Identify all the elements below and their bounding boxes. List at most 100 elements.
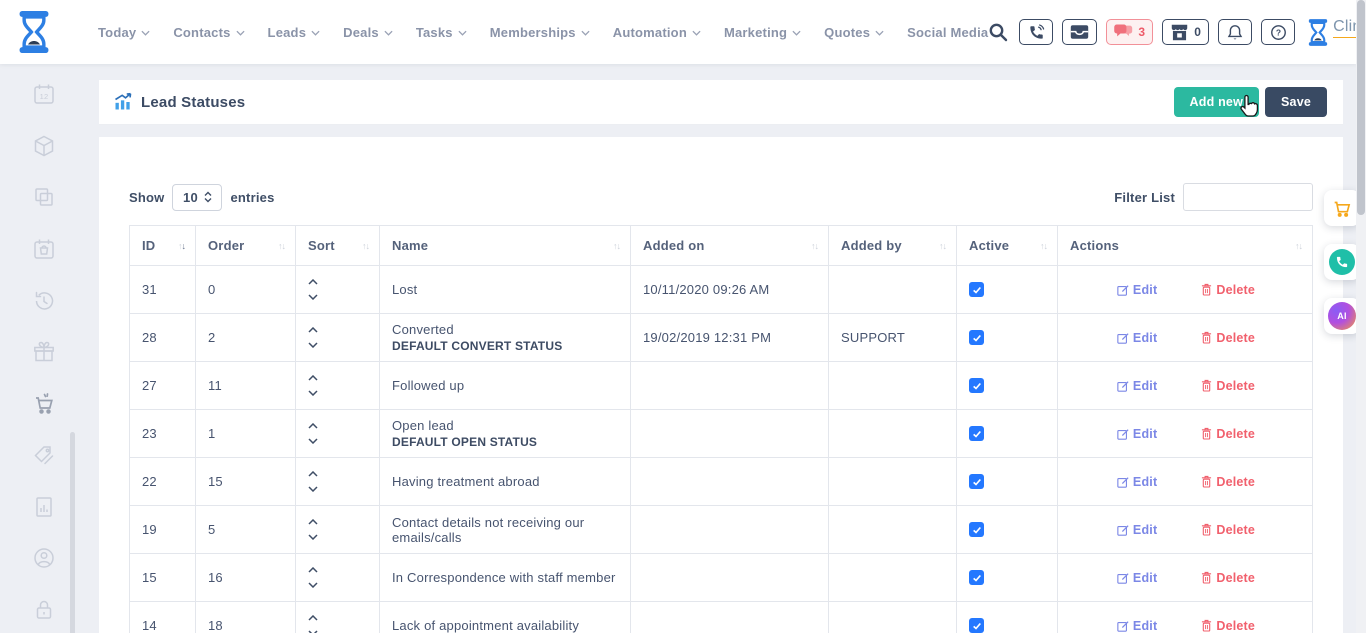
move-down-icon[interactable]: [308, 438, 318, 444]
sidebar-item-shop[interactable]: [31, 391, 57, 417]
edit-link[interactable]: Edit: [1117, 427, 1157, 441]
edit-icon: [1117, 428, 1129, 440]
edit-link[interactable]: Edit: [1117, 571, 1157, 585]
sidebar-item-history[interactable]: [31, 287, 57, 313]
help-icon: ?: [1270, 24, 1287, 41]
delete-link[interactable]: Delete: [1201, 619, 1255, 633]
page-size-select[interactable]: 10: [172, 184, 222, 211]
menu-item-contacts[interactable]: Contacts: [173, 25, 244, 40]
delete-link[interactable]: Delete: [1201, 331, 1255, 345]
column-header-added-on[interactable]: Added on ↑↓: [631, 226, 829, 266]
delete-link[interactable]: Delete: [1201, 475, 1255, 489]
sidebar-item-bookings[interactable]: [31, 236, 57, 262]
sidebar-item-tags[interactable]: [31, 442, 57, 468]
notifications-button[interactable]: [1218, 19, 1252, 45]
column-header-id[interactable]: ID ↑↓: [130, 226, 196, 266]
store-button[interactable]: 0: [1162, 19, 1209, 45]
sidebar-scrollbar[interactable]: [70, 432, 75, 633]
table-row: 27 11 Followed up Edit Delete: [130, 362, 1312, 410]
menu-item-label: Quotes: [824, 25, 870, 40]
column-header-sort[interactable]: Sort ↑↓: [296, 226, 380, 266]
move-down-icon[interactable]: [308, 486, 318, 492]
active-checkbox[interactable]: [969, 330, 984, 345]
calendar-icon: 12: [32, 82, 56, 106]
menu-item-automation[interactable]: Automation: [613, 25, 701, 40]
active-checkbox[interactable]: [969, 522, 984, 537]
content-card: Show 10 entries Filter List ID ↑↓ Order …: [99, 137, 1343, 633]
move-up-icon[interactable]: [308, 615, 318, 621]
edit-link[interactable]: Edit: [1117, 619, 1157, 633]
active-checkbox[interactable]: [969, 378, 984, 393]
move-up-icon[interactable]: [308, 423, 318, 429]
active-checkbox[interactable]: [969, 570, 984, 585]
move-down-icon[interactable]: [308, 342, 318, 348]
cell-actions: Edit Delete: [1058, 506, 1312, 554]
move-up-icon[interactable]: [308, 327, 318, 333]
delete-link[interactable]: Delete: [1201, 571, 1255, 585]
edit-link[interactable]: Edit: [1117, 331, 1157, 345]
move-up-icon[interactable]: [308, 279, 318, 285]
move-down-icon[interactable]: [308, 294, 318, 300]
sidebar-item-packages[interactable]: [31, 133, 57, 159]
move-up-icon[interactable]: [308, 567, 318, 573]
app-logo[interactable]: [18, 11, 50, 53]
column-header-actions[interactable]: Actions ↑↓: [1058, 226, 1312, 266]
delete-link[interactable]: Delete: [1201, 427, 1255, 441]
page-scrollbar[interactable]: [1356, 0, 1366, 633]
inbox-button[interactable]: [1062, 19, 1097, 45]
status-subname: DEFAULT CONVERT STATUS: [392, 339, 620, 353]
chat-button[interactable]: 3: [1106, 19, 1153, 45]
sidebar-item-reports[interactable]: [31, 494, 57, 520]
phone-button[interactable]: [1019, 19, 1053, 45]
column-header-active[interactable]: Active ↑↓: [957, 226, 1058, 266]
edit-link[interactable]: Edit: [1117, 523, 1157, 537]
page-scrollbar-thumb[interactable]: [1357, 0, 1365, 215]
menu-item-deals[interactable]: Deals: [343, 25, 393, 40]
move-up-icon[interactable]: [308, 519, 318, 525]
delete-link[interactable]: Delete: [1201, 379, 1255, 393]
delete-link[interactable]: Delete: [1201, 523, 1255, 537]
phone-circle-icon: [1329, 249, 1355, 275]
delete-link[interactable]: Delete: [1201, 283, 1255, 297]
menu-item-social-media[interactable]: Social Media: [907, 25, 988, 40]
sidebar-item-duplicates[interactable]: [31, 184, 57, 210]
column-header-name[interactable]: Name ↑↓: [380, 226, 631, 266]
menu-item-marketing[interactable]: Marketing: [724, 25, 801, 40]
move-down-icon[interactable]: [308, 582, 318, 588]
menu-item-today[interactable]: Today: [98, 25, 150, 40]
add-new-button[interactable]: Add new: [1174, 87, 1259, 117]
save-button[interactable]: Save: [1265, 87, 1327, 117]
menu-item-tasks[interactable]: Tasks: [416, 25, 467, 40]
sidebar-item-gifts[interactable]: [31, 339, 57, 365]
help-button[interactable]: ?: [1261, 19, 1295, 45]
column-header-order[interactable]: Order ↑↓: [196, 226, 296, 266]
filter-input[interactable]: [1183, 183, 1313, 211]
edit-link[interactable]: Edit: [1117, 475, 1157, 489]
menu-item-memberships[interactable]: Memberships: [490, 25, 590, 40]
menu-item-leads[interactable]: Leads: [268, 25, 321, 40]
move-down-icon[interactable]: [308, 534, 318, 540]
active-checkbox[interactable]: [969, 474, 984, 489]
edit-link[interactable]: Edit: [1117, 379, 1157, 393]
cart-widget-button[interactable]: [1324, 190, 1360, 226]
cell-added-by: SUPPORT: [829, 314, 957, 362]
active-checkbox[interactable]: [969, 618, 984, 633]
column-header-label: Sort: [308, 238, 335, 253]
sidebar-item-staff[interactable]: [31, 545, 57, 571]
move-up-icon[interactable]: [308, 471, 318, 477]
cell-actions: Edit Delete: [1058, 266, 1312, 314]
active-checkbox[interactable]: [969, 282, 984, 297]
menu-item-quotes[interactable]: Quotes: [824, 25, 884, 40]
phone-widget-button[interactable]: [1324, 244, 1360, 280]
store-badge: 0: [1194, 25, 1201, 39]
move-down-icon[interactable]: [308, 390, 318, 396]
active-checkbox[interactable]: [969, 426, 984, 441]
search-button[interactable]: [988, 22, 1008, 42]
column-header-added-by[interactable]: Added by ↑↓: [829, 226, 957, 266]
sort-arrows-icon: ↑↓: [1040, 241, 1047, 251]
edit-link[interactable]: Edit: [1117, 283, 1157, 297]
move-up-icon[interactable]: [308, 375, 318, 381]
sidebar-item-security[interactable]: [31, 597, 57, 623]
sidebar-item-calendar[interactable]: 12: [31, 81, 57, 107]
ai-widget-button[interactable]: AI: [1324, 298, 1360, 334]
